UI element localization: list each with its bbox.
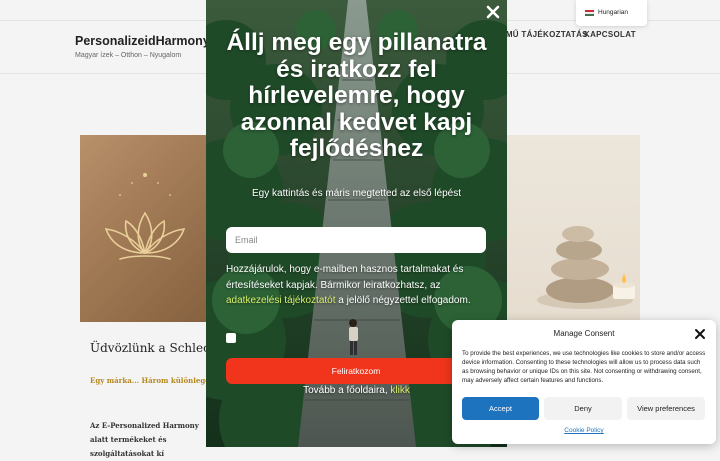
post-meta: Egy márka... Három különleges él [90,376,224,385]
lotus-image [80,135,210,322]
consent-text-before: Hozzájárulok, hogy e-mailben hasznos tar… [226,264,464,291]
language-label: Hungarian [598,9,628,16]
nav-item-privacy[interactable]: ELMŰ TÁJÉKOZTATÁS [495,30,588,39]
popup-close-button[interactable] [485,4,501,20]
cookie-policy-link[interactable]: Cookie Policy [452,427,716,434]
close-icon [486,5,500,19]
hungarian-flag-icon [585,10,594,16]
popup-subtitle: Egy kattintás és máris megtetted az első… [252,188,461,199]
site-logo[interactable]: PersonalizeidHarmony [75,34,210,48]
cookie-consent-dialog: Manage Consent To provide the best exper… [452,320,716,444]
consent-checkbox[interactable] [226,333,236,343]
privacy-policy-link[interactable]: adatkezelési tájékoztatót [226,295,336,306]
close-icon [695,329,705,339]
consent-description: To provide the best experiences, we use … [462,350,706,384]
nav-item-contact[interactable]: KAPCSOLAT [584,30,636,39]
language-switcher[interactable]: Hungarian [576,0,647,26]
site-tagline: Magyar ízek – Otthon – Nyugalom [75,52,182,59]
post-excerpt: Az E-Personalized Harmony alatt termékek… [90,421,199,458]
consent-text: Hozzájárulok, hogy e-mailben hasznos tar… [226,262,488,309]
view-preferences-button[interactable]: View preferences [627,397,705,420]
popup-headline: Állj meg egy pillanatra és iratkozz fel … [226,29,487,162]
consent-text-after: a jelölő négyzettel elfogadom. [335,295,471,306]
accept-button[interactable]: Accept [462,397,539,420]
email-input[interactable] [226,227,486,253]
stones-candle-image [505,135,640,322]
continue-link[interactable]: klikk [390,385,409,396]
consent-title: Manage Consent [553,329,615,338]
subscribe-button[interactable]: Feliratkozom [226,358,486,384]
continue-text-before: Tovább a főoldaira, [303,385,391,396]
deny-button[interactable]: Deny [544,397,622,420]
consent-close-button[interactable] [694,327,706,339]
